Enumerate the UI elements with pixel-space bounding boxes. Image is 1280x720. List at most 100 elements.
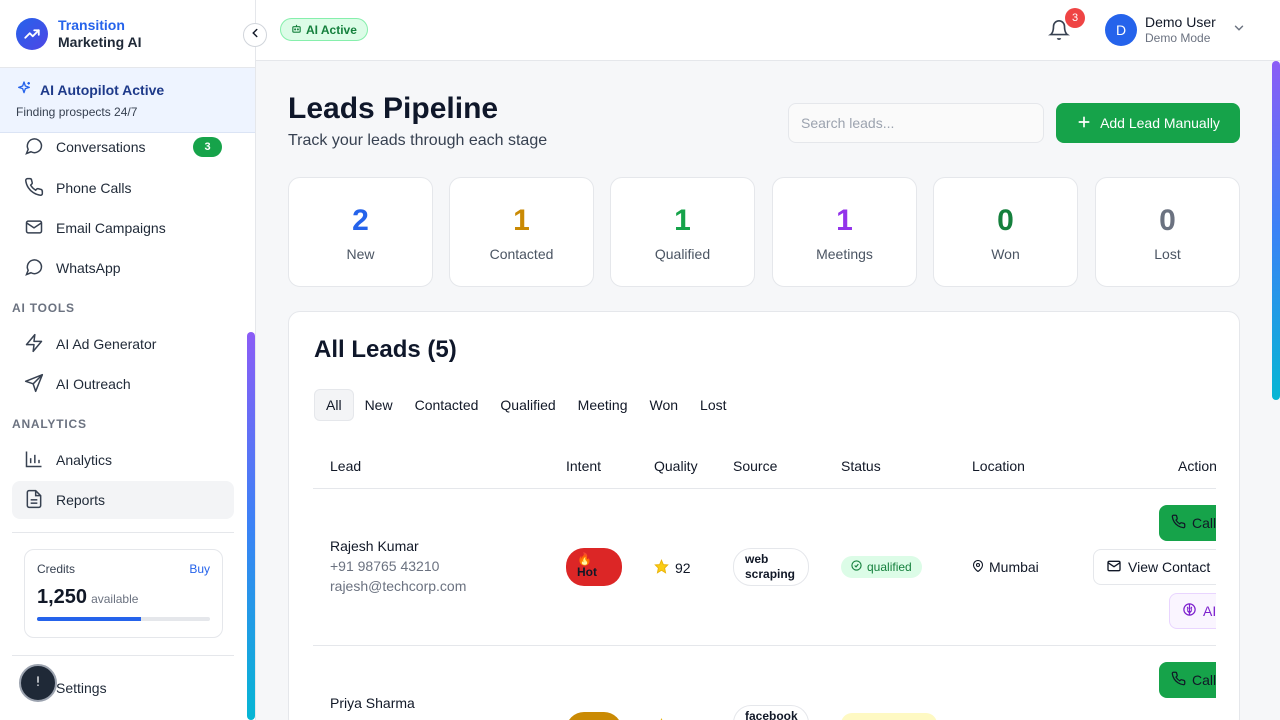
autopilot-title: AI Autopilot Active [40, 81, 165, 98]
sparkles-icon [16, 80, 32, 99]
stat-card-won: 0 Won [933, 177, 1078, 287]
search-input[interactable] [788, 103, 1044, 143]
call-button[interactable]: Call [1159, 505, 1216, 541]
credits-unit: available [91, 592, 139, 606]
send-icon [24, 373, 44, 396]
lead-name: Rajesh Kumar [330, 538, 419, 554]
quality-value: 92 [675, 560, 691, 576]
column-header-lead[interactable]: Lead [330, 458, 361, 474]
brain-icon [1182, 602, 1197, 620]
stat-value: 0 [1159, 204, 1176, 237]
mail-icon [1106, 558, 1122, 577]
table-row-divider [313, 645, 1216, 646]
user-name: Demo User [1145, 14, 1216, 30]
sidebar-item-label: Reports [56, 492, 106, 508]
sidebar-item-ai-ad-generator[interactable]: AI Ad Generator [12, 325, 234, 363]
message-circle-icon [24, 136, 44, 159]
top-header: AI Active 3 D Demo User Demo Mode [256, 0, 1280, 61]
page-subtitle: Track your leads through each stage [288, 132, 548, 149]
sidebar-divider [12, 655, 234, 656]
sidebar-item-label: Analytics [56, 452, 113, 468]
main-scrollbar[interactable] [1272, 61, 1280, 400]
column-header-status[interactable]: Status [841, 458, 881, 474]
status-label: qualified [867, 560, 912, 574]
table-row[interactable]: Rajesh Kumar +91 98765 43210 rajesh@tech… [330, 538, 466, 594]
sidebar-item-label: Conversations [56, 139, 146, 155]
collapse-sidebar-button[interactable] [243, 23, 267, 47]
stat-value: 1 [674, 204, 691, 237]
notifications-count-badge: 3 [1065, 8, 1085, 28]
stat-label: Contacted [489, 246, 554, 262]
leads-table: Lead Intent Quality Source Status Locati… [313, 440, 1216, 720]
tab-won[interactable]: Won [638, 389, 689, 421]
location-label: Mumbai [989, 559, 1039, 575]
buy-credits-link[interactable]: Buy [189, 562, 210, 576]
credits-progress-fill [37, 617, 141, 621]
table-header-divider [313, 488, 1216, 489]
sidebar-item-whatsapp[interactable]: WhatsApp [12, 249, 234, 287]
column-header-intent[interactable]: Intent [566, 458, 601, 474]
brand[interactable]: Transition Marketing AI [0, 0, 255, 68]
table-row[interactable]: Priya Sharma [330, 695, 415, 711]
lead-name: Priya Sharma [330, 695, 415, 711]
sidebar-scrollbar[interactable] [247, 332, 255, 720]
brand-name-line1: Transition [58, 16, 125, 33]
stat-value: 1 [836, 204, 853, 237]
sidebar-item-label: Settings [56, 680, 107, 696]
column-header-quality[interactable]: Quality [654, 458, 698, 474]
source-badge: web scraping [733, 548, 809, 586]
sidebar-item-phone-calls[interactable]: Phone Calls [12, 169, 234, 207]
view-contact-button[interactable]: View Contact [1093, 549, 1216, 585]
status-badge: qualified [841, 556, 922, 578]
check-circle-icon [851, 560, 862, 574]
autopilot-subtitle: Finding prospects 24/7 [16, 105, 138, 119]
credits-value: 1,250 [37, 586, 88, 608]
column-header-location[interactable]: Location [972, 458, 1025, 474]
lead-phone: +91 98765 43210 [330, 558, 440, 574]
chevron-left-icon [248, 26, 262, 45]
ai-action-button[interactable]: AI [1169, 593, 1216, 629]
view-contact-label: View Contact [1128, 559, 1211, 575]
lead-email: rajesh@techcorp.com [330, 578, 467, 594]
user-mode: Demo Mode [1145, 31, 1211, 45]
sidebar-item-conversations[interactable]: Conversations 3 [12, 128, 234, 166]
bell-icon [1048, 20, 1070, 45]
info-icon [31, 674, 45, 693]
tab-all[interactable]: All [314, 389, 354, 421]
location: Mumbai [972, 559, 1039, 575]
stat-card-new: 2 New [288, 177, 433, 287]
intent-badge: 🔥 Hot [566, 548, 622, 586]
tab-meeting[interactable]: Meeting [567, 389, 639, 421]
sidebar-item-label: Email Campaigns [56, 220, 166, 236]
user-menu[interactable]: D Demo User Demo Mode [1105, 14, 1246, 46]
status-badge [841, 713, 937, 720]
autopilot-banner: AI Autopilot Active Finding prospects 24… [0, 68, 255, 133]
stat-label: Lost [1154, 246, 1181, 262]
tab-contacted[interactable]: Contacted [404, 389, 490, 421]
credits-progress-bar [37, 617, 210, 621]
nav-section-ai-tools: AI TOOLS [12, 301, 75, 315]
column-header-actions[interactable]: Actions [1178, 458, 1216, 474]
sidebar-item-label: AI Outreach [56, 376, 131, 392]
sidebar-item-reports[interactable]: Reports [12, 481, 234, 519]
stat-label: Meetings [816, 246, 873, 262]
ai-action-label: AI [1203, 603, 1216, 619]
stat-label: Won [991, 246, 1020, 262]
sidebar-item-ai-outreach[interactable]: AI Outreach [12, 365, 234, 403]
stat-label: New [346, 246, 375, 262]
call-button[interactable]: Call [1159, 662, 1216, 698]
tab-qualified[interactable]: Qualified [489, 389, 566, 421]
floating-action-button[interactable] [19, 664, 57, 702]
stat-card-lost: 0 Lost [1095, 177, 1240, 287]
nav-section-analytics: ANALYTICS [12, 417, 87, 431]
sidebar-item-email-campaigns[interactable]: Email Campaigns [12, 209, 234, 247]
ai-status-badge: AI Active [280, 18, 368, 41]
column-header-source[interactable]: Source [733, 458, 777, 474]
source-label-line1: web [745, 552, 769, 566]
sidebar-item-analytics[interactable]: Analytics [12, 441, 234, 479]
tab-new[interactable]: New [354, 389, 404, 421]
chevron-down-icon [1232, 21, 1246, 40]
stat-card-meetings: 1 Meetings [772, 177, 917, 287]
add-lead-button[interactable]: Add Lead Manually [1056, 103, 1240, 143]
tab-lost[interactable]: Lost [689, 389, 737, 421]
